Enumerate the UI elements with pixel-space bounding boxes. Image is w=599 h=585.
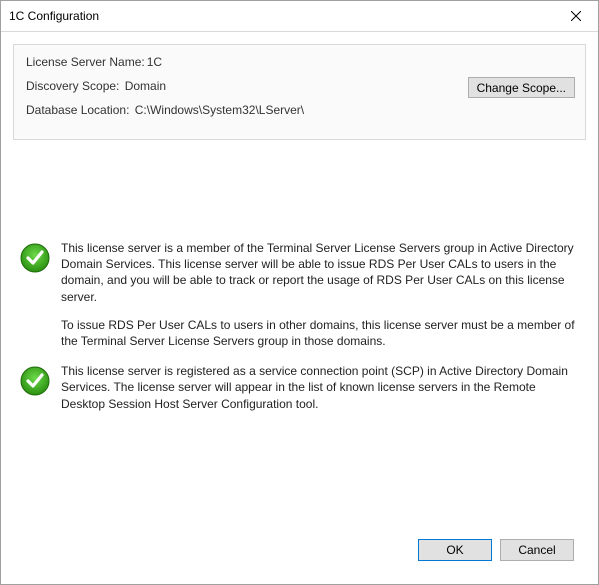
database-location-label: Database Location:	[26, 103, 129, 117]
scp-registration-message: This license server is registered as a s…	[19, 363, 580, 412]
scp-registration-p1: This license server is registered as a s…	[61, 363, 580, 412]
license-server-name-row: License Server Name: 1C	[26, 55, 573, 69]
database-location-row: Database Location: C:\Windows\System32\L…	[26, 103, 573, 117]
discovery-scope-label: Discovery Scope:	[26, 79, 119, 93]
discovery-scope-value: Domain	[125, 79, 166, 93]
content-area: License Server Name: 1C Discovery Scope:…	[1, 32, 598, 584]
footer-buttons: OK Cancel	[13, 528, 586, 572]
group-membership-p2: To issue RDS Per User CALs to users in o…	[61, 317, 580, 349]
titlebar: 1C Configuration	[1, 1, 598, 32]
license-server-name-label: License Server Name:	[26, 55, 145, 69]
ok-button[interactable]: OK	[418, 539, 492, 561]
messages-area: This license server is a member of the T…	[13, 140, 586, 528]
license-server-name-value: 1C	[147, 55, 162, 69]
group-membership-text: This license server is a member of the T…	[61, 240, 580, 349]
info-panel: License Server Name: 1C Discovery Scope:…	[13, 44, 586, 140]
cancel-button[interactable]: Cancel	[500, 539, 574, 561]
success-icon	[19, 365, 51, 397]
change-scope-button[interactable]: Change Scope...	[468, 77, 575, 98]
group-membership-p1: This license server is a member of the T…	[61, 240, 580, 305]
spacer	[19, 140, 580, 240]
close-button[interactable]	[554, 1, 598, 31]
scp-registration-text: This license server is registered as a s…	[61, 363, 580, 412]
close-icon	[571, 11, 581, 21]
database-location-value: C:\Windows\System32\LServer\	[135, 103, 304, 117]
window-title: 1C Configuration	[9, 9, 99, 23]
config-window: 1C Configuration License Server Name: 1C…	[0, 0, 599, 585]
group-membership-message: This license server is a member of the T…	[19, 240, 580, 349]
success-icon	[19, 242, 51, 274]
